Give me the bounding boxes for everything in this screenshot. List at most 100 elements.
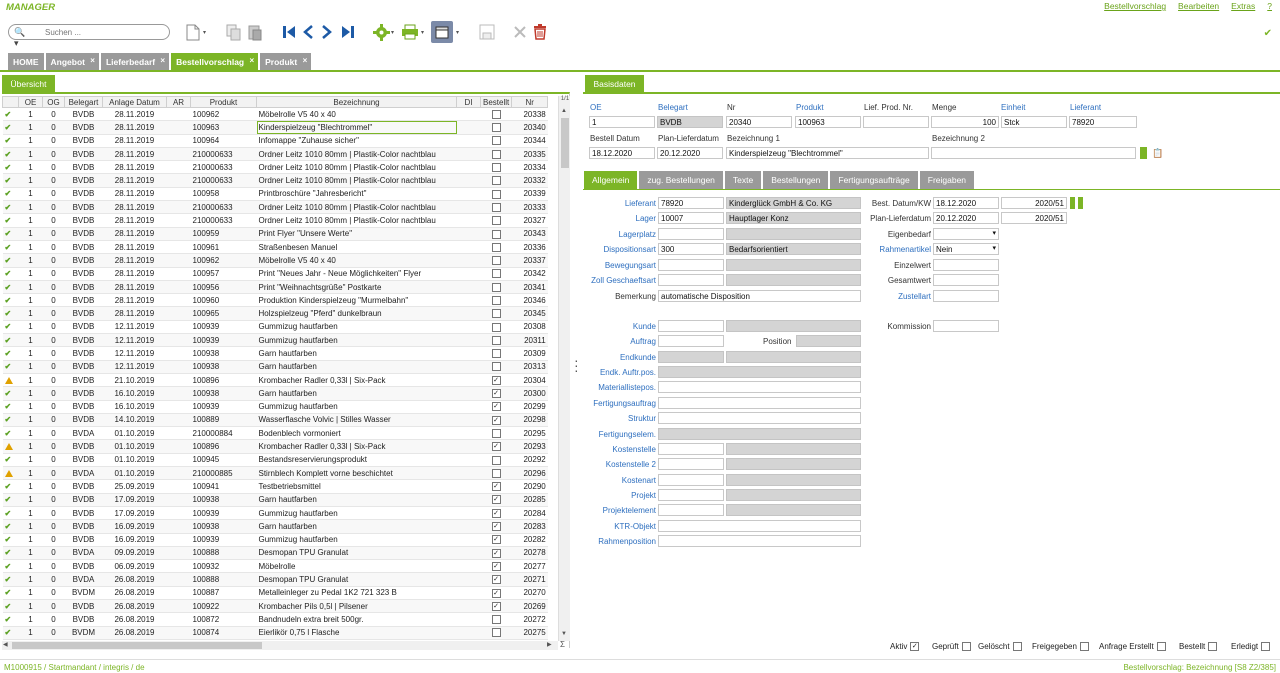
col-header-anlage-datum[interactable]: Anlage Datum bbox=[102, 96, 167, 108]
cell-produkt[interactable]: 100962 bbox=[190, 253, 257, 268]
cell-nr[interactable]: 20308 bbox=[511, 320, 548, 335]
nr-field[interactable]: 20340 bbox=[726, 116, 792, 128]
cell-og[interactable]: 0 bbox=[42, 546, 65, 561]
cell-anlage-datum[interactable]: 28.11.2019 bbox=[102, 187, 167, 202]
new-document-button[interactable] bbox=[183, 22, 203, 42]
cell-bezeichnung[interactable]: Krombacher Pils 0,5l | Pilsener bbox=[256, 599, 457, 614]
cell-ar[interactable] bbox=[166, 572, 191, 587]
cell-nr[interactable]: 20293 bbox=[511, 439, 548, 454]
cell-belegart[interactable]: BVDB bbox=[64, 200, 103, 215]
table-row[interactable]: ✔ 1 0 BVDB 28.11.2019 210000633 Ordner Leitz 1… bbox=[2, 147, 548, 162]
cell-anlage-datum[interactable]: 21.10.2019 bbox=[102, 373, 167, 388]
language-button[interactable] bbox=[1140, 147, 1147, 159]
einheit-field[interactable]: Stck bbox=[1001, 116, 1067, 128]
cell-produkt[interactable]: 100963 bbox=[190, 120, 257, 135]
cell-nr[interactable]: 20336 bbox=[511, 240, 548, 255]
delete-icon[interactable] bbox=[530, 22, 550, 42]
cell-belegart[interactable]: BVDB bbox=[64, 506, 103, 521]
oe-field[interactable]: 1 bbox=[589, 116, 655, 128]
cell-di[interactable] bbox=[456, 293, 481, 308]
label-lagerplatz[interactable]: Lagerplatz bbox=[580, 230, 656, 239]
col-header-bezeichnung[interactable]: Bezeichnung bbox=[256, 96, 457, 108]
cell-og[interactable]: 0 bbox=[42, 320, 65, 335]
cell-anlage-datum[interactable]: 28.11.2019 bbox=[102, 306, 167, 321]
cell-anlage-datum[interactable]: 01.10.2019 bbox=[102, 453, 167, 468]
cell-nr[interactable]: 20344 bbox=[511, 134, 548, 148]
table-row[interactable]: ✔ 1 0 BVDB 16.10.2019 100938 Garn hautfarben ✓ 2… bbox=[2, 386, 548, 401]
cell-belegart[interactable]: BVDB bbox=[64, 612, 103, 627]
close-icon[interactable]: × bbox=[90, 56, 95, 65]
cell-anlage-datum[interactable]: 12.11.2019 bbox=[102, 333, 167, 348]
table-row[interactable]: ✔ 1 0 BVDB 28.11.2019 100962 Möbelrolle V5 40 … bbox=[2, 107, 548, 122]
materiallistepos-field[interactable] bbox=[658, 381, 861, 393]
table-row[interactable]: ✔ 1 0 BVDB 28.11.2019 210000633 Ordner Leitz 1… bbox=[2, 160, 548, 175]
table-row[interactable]: ✔ 1 0 BVDB 12.11.2019 100938 Garn hautfarben 20… bbox=[2, 360, 548, 374]
cell-di[interactable] bbox=[456, 173, 481, 188]
chevron-down-icon[interactable]: ▾ bbox=[456, 29, 462, 36]
cell-di[interactable] bbox=[456, 479, 481, 494]
table-row[interactable]: ✔ 1 0 BVDB 28.11.2019 210000633 Ordner Leitz 1… bbox=[2, 173, 548, 188]
lieferant-field[interactable]: 78920 bbox=[658, 197, 724, 209]
cell-oe[interactable]: 1 bbox=[18, 386, 43, 401]
cell-bezeichnung[interactable]: Garn hautfarben bbox=[256, 386, 457, 401]
cell-og[interactable]: 0 bbox=[42, 439, 65, 454]
flag-anfrage-erstellt[interactable]: Anfrage Erstellt bbox=[1099, 642, 1166, 651]
scroll-thumb[interactable] bbox=[561, 118, 569, 168]
cell-bezeichnung[interactable]: Gummizug hautfarben bbox=[256, 320, 457, 335]
tab-lieferbedarf[interactable]: Lieferbedarf × bbox=[100, 53, 170, 70]
bezeichnung-2-field[interactable] bbox=[931, 147, 1136, 159]
save-icon[interactable] bbox=[477, 22, 497, 42]
cell-nr[interactable]: 20282 bbox=[511, 533, 548, 547]
cell-anlage-datum[interactable]: 26.08.2019 bbox=[102, 586, 167, 600]
cell-di[interactable] bbox=[456, 586, 481, 600]
cell-og[interactable]: 0 bbox=[42, 493, 65, 507]
cell-nr[interactable]: 20269 bbox=[511, 599, 548, 614]
ktr-objekt-field[interactable] bbox=[658, 520, 861, 532]
bestellt-checkbox[interactable] bbox=[491, 136, 501, 146]
scroll-down-icon[interactable]: ▼ bbox=[561, 631, 567, 637]
cell-belegart[interactable]: BVDA bbox=[64, 546, 103, 561]
chevron-down-icon[interactable]: ▾ bbox=[421, 29, 427, 36]
cell-di[interactable] bbox=[456, 466, 481, 481]
cell-nr[interactable]: 20298 bbox=[511, 413, 548, 428]
cell-oe[interactable]: 1 bbox=[18, 506, 43, 521]
cell-anlage-datum[interactable]: 17.09.2019 bbox=[102, 493, 167, 507]
bestellt-checkbox[interactable]: ✓ bbox=[491, 415, 501, 425]
gesamtwert-field[interactable] bbox=[933, 274, 999, 286]
bestellt-checkbox[interactable] bbox=[491, 349, 501, 359]
cell-di[interactable] bbox=[456, 519, 481, 534]
cell-oe[interactable]: 1 bbox=[18, 267, 43, 281]
table-row[interactable]: ✔ 1 0 BVDB 28.11.2019 100965 Holzspielzeug "Pf… bbox=[2, 306, 548, 321]
cell-oe[interactable]: 1 bbox=[18, 559, 43, 574]
subtab-freigaben[interactable]: Freigaben bbox=[919, 171, 975, 189]
chevron-down-icon[interactable]: ▾ bbox=[203, 29, 209, 36]
cell-belegart[interactable]: BVDB bbox=[64, 173, 103, 188]
cell-produkt[interactable]: 100889 bbox=[190, 413, 257, 428]
label-zustellart[interactable]: Zustellart bbox=[855, 292, 931, 301]
cell-produkt[interactable]: 210000633 bbox=[190, 147, 257, 162]
cell-belegart[interactable]: BVDB bbox=[64, 479, 103, 494]
tab-home[interactable]: HOME bbox=[8, 53, 44, 70]
cell-di[interactable] bbox=[456, 439, 481, 454]
search-box[interactable]: 🔍▾ bbox=[8, 24, 170, 48]
search-icon[interactable]: 🔍▾ bbox=[14, 27, 28, 48]
cell-bezeichnung[interactable]: Ordner Leitz 1010 80mm | Plastik-Color n… bbox=[256, 160, 457, 175]
cell-bezeichnung[interactable]: Printbroschüre "Jahresbericht" bbox=[256, 187, 457, 202]
label-fertigungselem[interactable]: Fertigungselem. bbox=[580, 430, 656, 439]
cell-di[interactable] bbox=[456, 160, 481, 175]
cell-nr[interactable]: 20332 bbox=[511, 173, 548, 188]
cell-anlage-datum[interactable]: 16.09.2019 bbox=[102, 519, 167, 534]
first-record-icon[interactable] bbox=[279, 22, 299, 42]
table-row[interactable]: ✔ 1 0 BVDB 28.11.2019 100963 Kinderspielzeug "… bbox=[2, 120, 548, 135]
cell-anlage-datum[interactable]: 28.11.2019 bbox=[102, 107, 167, 122]
cell-bezeichnung[interactable]: Print "Weihnachtsgrüße" Postkarte bbox=[256, 280, 457, 295]
cell-anlage-datum[interactable]: 28.11.2019 bbox=[102, 267, 167, 281]
cell-oe[interactable]: 1 bbox=[18, 546, 43, 561]
cell-bezeichnung[interactable]: Gummizug hautfarben bbox=[256, 533, 457, 547]
menu-bearbeiten[interactable]: Bearbeiten bbox=[1178, 1, 1219, 11]
cell-belegart[interactable]: BVDB bbox=[64, 147, 103, 162]
table-row[interactable]: 1 0 BVDB 01.10.2019 100896 Krombacher Radler … bbox=[2, 439, 548, 454]
menu-bestellvorschlag[interactable]: Bestellvorschlag bbox=[1104, 1, 1166, 11]
cell-produkt[interactable]: 100945 bbox=[190, 453, 257, 468]
table-row[interactable]: ✔ 1 0 BVDB 12.11.2019 100938 Garn hautfarben 20… bbox=[2, 346, 548, 361]
